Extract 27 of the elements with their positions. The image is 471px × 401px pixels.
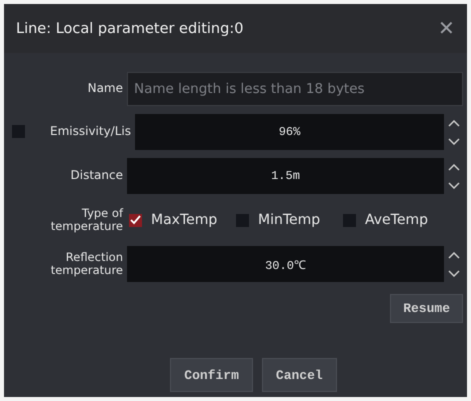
field-label: Emissivity/Lis <box>50 125 131 139</box>
spin-field[interactable]: 30.0℃ <box>127 246 444 282</box>
window-title: Line: Local parameter editing:0 <box>16 20 244 36</box>
field-label: Type of temperature <box>50 206 123 234</box>
option-label: MinTemp <box>258 212 320 228</box>
option-label: AveTemp <box>365 212 428 228</box>
checkbox[interactable] <box>129 214 142 226</box>
caret-up-icon <box>448 164 460 170</box>
close-button[interactable]: ✕ <box>438 16 455 41</box>
spin-field[interactable]: 96% <box>135 114 444 150</box>
name-field[interactable]: Name length is less than 18 bytes <box>127 72 463 106</box>
caret-down-icon <box>448 270 460 276</box>
resume-button[interactable]: Resume <box>390 294 463 323</box>
dialog-button[interactable]: Cancel <box>262 358 337 392</box>
spin-field[interactable]: 1.5m <box>127 158 444 194</box>
field-label: Distance <box>70 169 123 183</box>
caret-up-icon <box>448 252 460 258</box>
field-label: Reflection temperature <box>50 250 123 278</box>
field-label: Name <box>88 82 123 96</box>
caret-down-icon <box>448 182 460 188</box>
checkbox[interactable] <box>343 214 356 226</box>
checkbox[interactable] <box>12 125 25 138</box>
caret-up-icon <box>448 120 460 126</box>
checkbox[interactable] <box>236 214 249 226</box>
option-label: MaxTemp <box>151 212 218 228</box>
caret-down-icon <box>448 138 460 144</box>
dialog-button[interactable]: Confirm <box>170 358 253 392</box>
